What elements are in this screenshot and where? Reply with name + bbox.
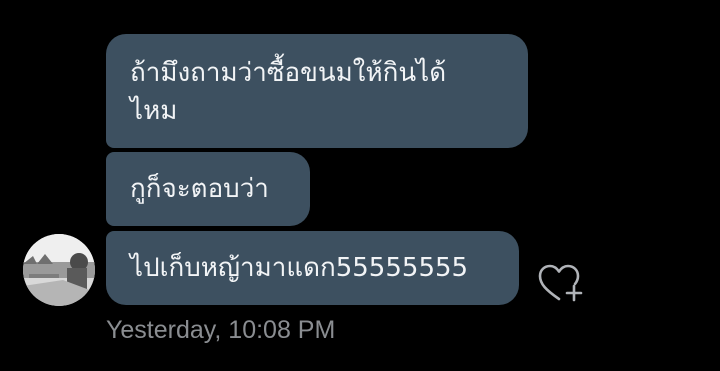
avatar-photo — [23, 234, 95, 306]
message-timestamp: Yesterday, 10:08 PM — [106, 316, 336, 344]
avatar[interactable] — [23, 234, 95, 306]
heart-plus-icon[interactable] — [536, 262, 586, 306]
message-bubble[interactable]: กูก็จะตอบว่า — [106, 152, 310, 226]
message-bubble[interactable]: ไปเก็บหญ้ามาแดก55555555 — [106, 231, 519, 305]
message-bubble[interactable]: ถ้ามึงถามว่าซื้อขนมให้กินได้ ไหม — [106, 34, 528, 148]
